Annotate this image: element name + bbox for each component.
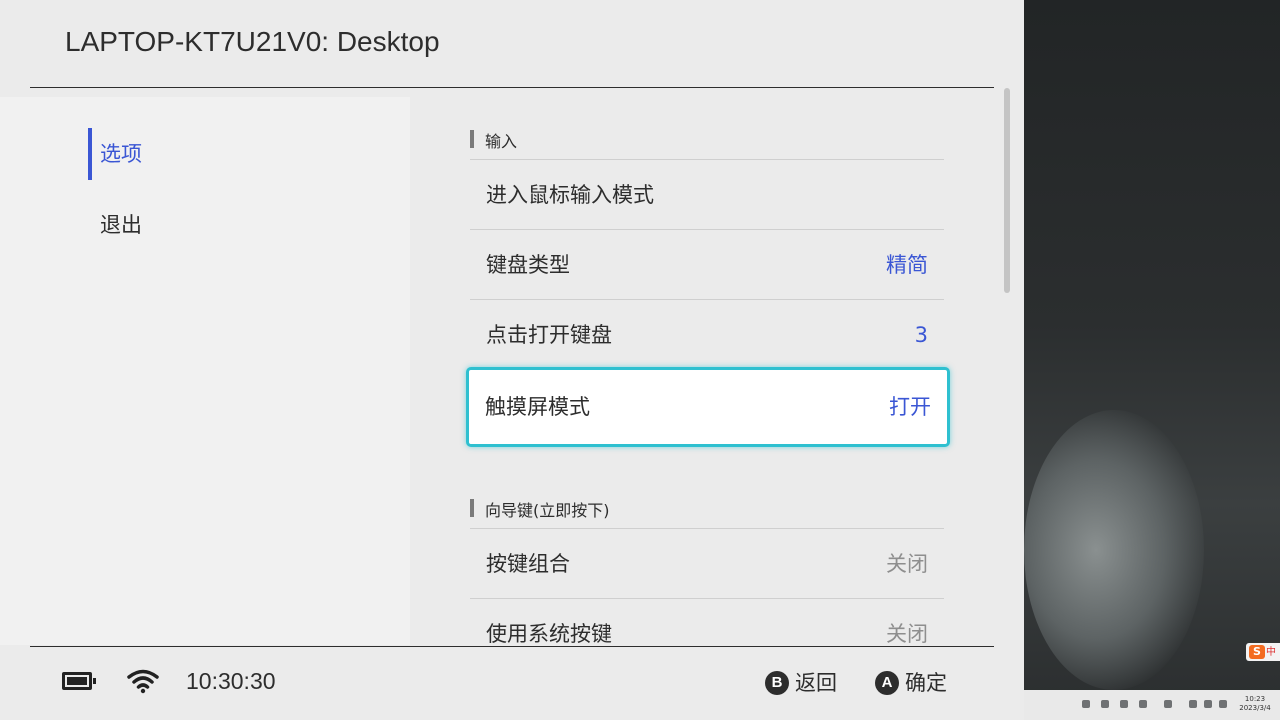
setting-label: 触摸屏模式 (485, 395, 590, 419)
top-divider (30, 87, 994, 88)
ime-mode: 中 (1266, 647, 1276, 658)
battery-level (67, 677, 87, 685)
back-button[interactable]: B 返回 (765, 668, 837, 698)
sidebar-item-label: 选项 (100, 142, 142, 166)
taskbar-date: 2023/3/4 (1239, 704, 1271, 712)
ime-logo: S (1249, 645, 1265, 659)
setting-value: 关闭 (886, 622, 928, 646)
scrollbar[interactable] (1004, 88, 1010, 293)
setting-value: 打开 (889, 395, 931, 419)
ime-indicator[interactable]: S中 (1246, 643, 1280, 661)
setting-row-keyboard-type[interactable]: 键盘类型 精简 (470, 229, 944, 300)
bottom-divider (30, 646, 994, 647)
taskbar-time: 10:23 (1244, 695, 1266, 703)
setting-label: 键盘类型 (486, 253, 570, 277)
wifi-icon[interactable] (1189, 700, 1197, 708)
desktop-background (1024, 0, 1280, 720)
sidebar-item-options[interactable]: 选项 (88, 128, 300, 180)
setting-row-touchscreen-mode[interactable]: 触摸屏模式 打开 (466, 367, 950, 447)
wifi-icon (127, 669, 159, 694)
section-header-guide-key: 向导键(立即按下) (470, 497, 959, 521)
setting-row-mouse-mode[interactable]: 进入鼠标输入模式 (470, 159, 944, 230)
volume-icon[interactable] (1204, 700, 1212, 708)
tray-app-icon[interactable] (1101, 700, 1109, 708)
chevron-up-icon[interactable] (1082, 700, 1090, 708)
status-clock: 10:30:30 (186, 668, 276, 694)
settings-panel: LAPTOP-KT7U21V0: Desktop 选项 退出 输入 进入鼠标输入… (0, 0, 1024, 720)
b-button-icon: B (765, 671, 789, 695)
tray-app-icon[interactable] (1164, 700, 1172, 708)
back-label: 返回 (795, 671, 837, 695)
setting-row-tap-keyboard[interactable]: 点击打开键盘 3 (470, 299, 944, 370)
setting-label: 点击打开键盘 (486, 323, 612, 347)
setting-row-system-keys[interactable]: 使用系统按键 关闭 (470, 598, 944, 646)
wallpaper-shape (1024, 410, 1204, 690)
confirm-button[interactable]: A 确定 (875, 668, 947, 698)
section-header-input: 输入 (470, 128, 959, 152)
sidebar-item-exit[interactable]: 退出 (88, 199, 300, 251)
sidebar-item-label: 退出 (100, 213, 142, 237)
sidebar: 选项 退出 (0, 97, 410, 645)
setting-value: 3 (914, 323, 928, 347)
page-title: LAPTOP-KT7U21V0: Desktop (65, 26, 440, 57)
setting-label: 进入鼠标输入模式 (486, 183, 654, 207)
settings-list[interactable]: 输入 进入鼠标输入模式 键盘类型 精简 点击打开键盘 3 触摸屏模式 打开 向导… (410, 97, 1010, 646)
a-button-icon: A (875, 671, 899, 695)
battery-icon (62, 672, 96, 690)
tray-app-icon[interactable] (1139, 700, 1147, 708)
taskbar-clock[interactable]: 10:23 2023/3/4 (1237, 695, 1273, 713)
setting-label: 使用系统按键 (486, 622, 612, 646)
tray-app-icon[interactable] (1120, 700, 1128, 708)
setting-value: 关闭 (886, 552, 928, 576)
setting-label: 按键组合 (486, 552, 570, 576)
confirm-label: 确定 (905, 671, 947, 695)
setting-row-key-combo[interactable]: 按键组合 关闭 (470, 528, 944, 599)
keyboard-icon[interactable] (1219, 700, 1227, 708)
setting-value: 精简 (886, 253, 928, 277)
